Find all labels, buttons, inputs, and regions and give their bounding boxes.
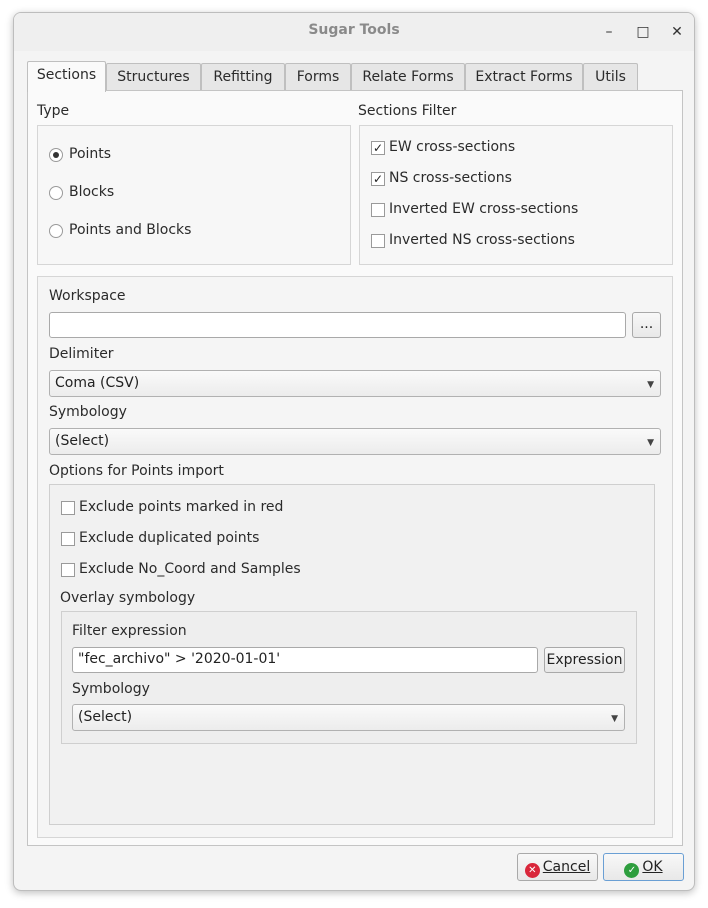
radio-points-label[interactable]: Points <box>69 146 111 162</box>
cancel-icon: ✕ <box>524 863 540 878</box>
radio-points-and-blocks[interactable] <box>49 224 63 238</box>
title-bar[interactable]: Sugar Tools – □ ✕ <box>14 13 694 51</box>
check-ew-label[interactable]: EW cross-sections <box>389 139 515 155</box>
check-ns-label[interactable]: NS cross-sections <box>389 170 512 186</box>
check-exclude-duplicated-label[interactable]: Exclude duplicated points <box>79 530 259 546</box>
check-inverted-ns[interactable] <box>371 234 385 248</box>
radio-blocks-label[interactable]: Blocks <box>69 184 114 200</box>
symbology-select[interactable]: (Select) ▼ <box>49 428 661 455</box>
type-group-title: Type <box>37 103 70 119</box>
maximize-icon[interactable]: □ <box>632 21 654 43</box>
check-exclude-nocoord[interactable] <box>61 563 75 577</box>
ok-icon: ✓ <box>624 863 640 878</box>
symbology-label: Symbology <box>49 404 127 420</box>
cancel-label: Cancel <box>542 859 591 875</box>
window-title: Sugar Tools <box>308 22 400 38</box>
workspace-input[interactable] <box>49 312 626 338</box>
overlay-symbology-value: (Select) <box>78 709 133 725</box>
delimiter-select[interactable]: Coma (CSV) ▼ <box>49 370 661 397</box>
workspace-label: Workspace <box>49 288 126 304</box>
close-icon[interactable]: ✕ <box>666 21 688 43</box>
delimiter-label: Delimiter <box>49 346 114 362</box>
settings-box: Workspace ... Delimiter Coma (CSV) ▼ Sym… <box>37 276 673 838</box>
filter-expression-label: Filter expression <box>72 623 187 639</box>
tab-extract-forms[interactable]: Extract Forms <box>465 63 583 91</box>
overlay-title: Overlay symbology <box>60 590 196 606</box>
delimiter-value: Coma (CSV) <box>55 375 140 391</box>
tab-sections[interactable]: Sections <box>27 61 106 92</box>
filter-group-title: Sections Filter <box>358 103 457 119</box>
sections-filter-group: ✓ EW cross-sections ✓ NS cross-sections … <box>359 125 673 265</box>
symbology-value: (Select) <box>55 433 110 449</box>
radio-blocks[interactable] <box>49 186 63 200</box>
check-exclude-red-label[interactable]: Exclude points marked in red <box>79 499 283 515</box>
tab-panel-sections: Type Points Blocks Points and Blocks Sec… <box>27 90 683 846</box>
check-inverted-ns-label[interactable]: Inverted NS cross-sections <box>389 232 575 248</box>
browse-button[interactable]: ... <box>632 312 661 338</box>
type-group: Points Blocks Points and Blocks <box>37 125 351 265</box>
check-inverted-ew-label[interactable]: Inverted EW cross-sections <box>389 201 578 217</box>
tab-forms[interactable]: Forms <box>285 63 351 91</box>
radio-points[interactable] <box>49 148 63 162</box>
points-import-group: Exclude points marked in red Exclude dup… <box>49 484 655 825</box>
tab-refitting[interactable]: Refitting <box>201 63 285 91</box>
check-ew[interactable]: ✓ <box>371 141 385 155</box>
ok-button[interactable]: ✓ OK <box>603 853 684 881</box>
tab-relate-forms[interactable]: Relate Forms <box>351 63 465 91</box>
chevron-down-icon: ▼ <box>647 380 654 390</box>
radio-points-and-blocks-label[interactable]: Points and Blocks <box>69 222 191 238</box>
points-import-title: Options for Points import <box>49 463 224 479</box>
filter-expression-input[interactable]: "fec_archivo" > '2020-01-01' <box>72 647 538 673</box>
overlay-group: Filter expression "fec_archivo" > '2020-… <box>61 611 637 744</box>
tab-utils[interactable]: Utils <box>583 63 638 91</box>
check-inverted-ew[interactable] <box>371 203 385 217</box>
chevron-down-icon: ▼ <box>611 714 618 724</box>
cancel-button[interactable]: ✕ Cancel <box>517 853 598 881</box>
check-exclude-nocoord-label[interactable]: Exclude No_Coord and Samples <box>79 561 301 577</box>
overlay-symbology-label: Symbology <box>72 681 150 697</box>
ok-label: OK <box>642 859 663 875</box>
check-exclude-duplicated[interactable] <box>61 532 75 546</box>
expression-button[interactable]: Expression <box>544 647 625 673</box>
check-ns[interactable]: ✓ <box>371 172 385 186</box>
dialog-window: Sugar Tools – □ ✕ Sections Structures Re… <box>13 12 695 891</box>
check-exclude-red[interactable] <box>61 501 75 515</box>
chevron-down-icon: ▼ <box>647 438 654 448</box>
overlay-symbology-select[interactable]: (Select) ▼ <box>72 704 625 731</box>
minimize-icon[interactable]: – <box>598 21 620 43</box>
tab-structures[interactable]: Structures <box>106 63 201 91</box>
